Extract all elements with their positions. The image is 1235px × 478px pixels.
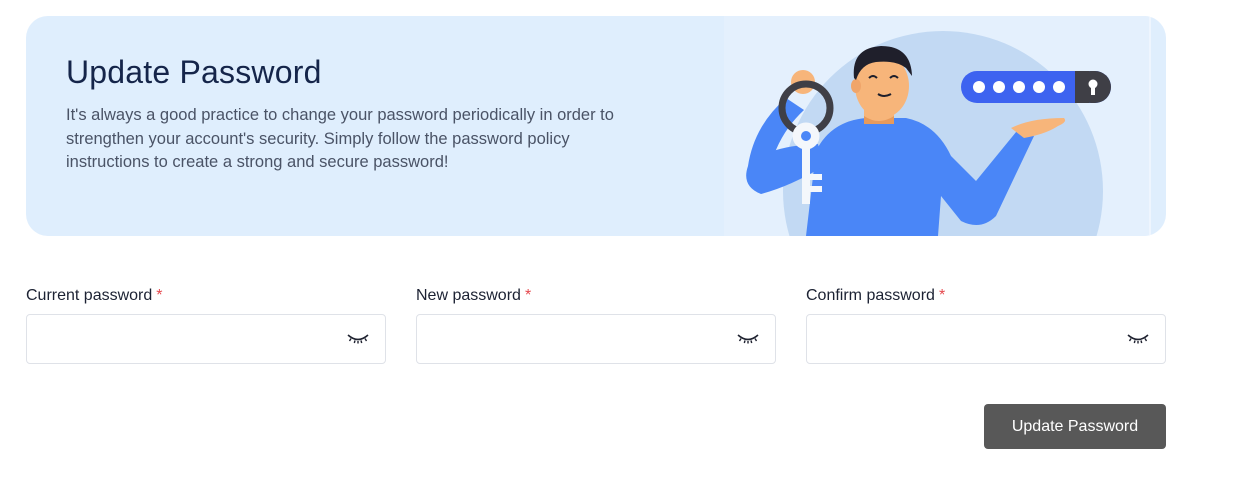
- required-asterisk: *: [938, 287, 946, 304]
- confirm-password-input[interactable]: [807, 315, 1131, 361]
- confirm-password-input-box: [806, 314, 1166, 364]
- required-asterisk: *: [524, 287, 532, 304]
- new-password-label-text: New password: [416, 287, 521, 304]
- new-password-label: New password *: [416, 286, 776, 308]
- current-password-input[interactable]: [27, 315, 351, 361]
- password-dots-icon: [961, 71, 1111, 103]
- current-password-label: Current password *: [26, 286, 386, 308]
- current-password-input-box: [26, 314, 386, 364]
- eye-closed-icon[interactable]: [1127, 329, 1149, 347]
- confirm-password-label-text: Confirm password: [806, 287, 935, 304]
- new-password-input-box: [416, 314, 776, 364]
- eye-closed-icon[interactable]: [737, 329, 759, 347]
- new-password-field: New password *: [416, 286, 776, 364]
- password-fields: Current password * New password * Confir…: [26, 286, 1166, 366]
- current-password-label-text: Current password: [26, 287, 153, 304]
- eye-closed-icon[interactable]: [347, 329, 369, 347]
- update-password-button[interactable]: Update Password: [984, 404, 1166, 449]
- update-password-page: Update Password It's always a good pract…: [0, 0, 1235, 478]
- update-password-banner: Update Password It's always a good pract…: [26, 16, 1166, 236]
- page-title: Update Password: [66, 54, 322, 90]
- required-asterisk: *: [156, 287, 163, 304]
- password-illustration: [724, 16, 1151, 236]
- confirm-password-field: Confirm password *: [806, 286, 1166, 364]
- new-password-input[interactable]: [417, 315, 741, 361]
- current-password-field: Current password *: [26, 286, 386, 364]
- banner-description: It's always a good practice to change yo…: [66, 106, 614, 171]
- confirm-password-label: Confirm password *: [806, 286, 1166, 308]
